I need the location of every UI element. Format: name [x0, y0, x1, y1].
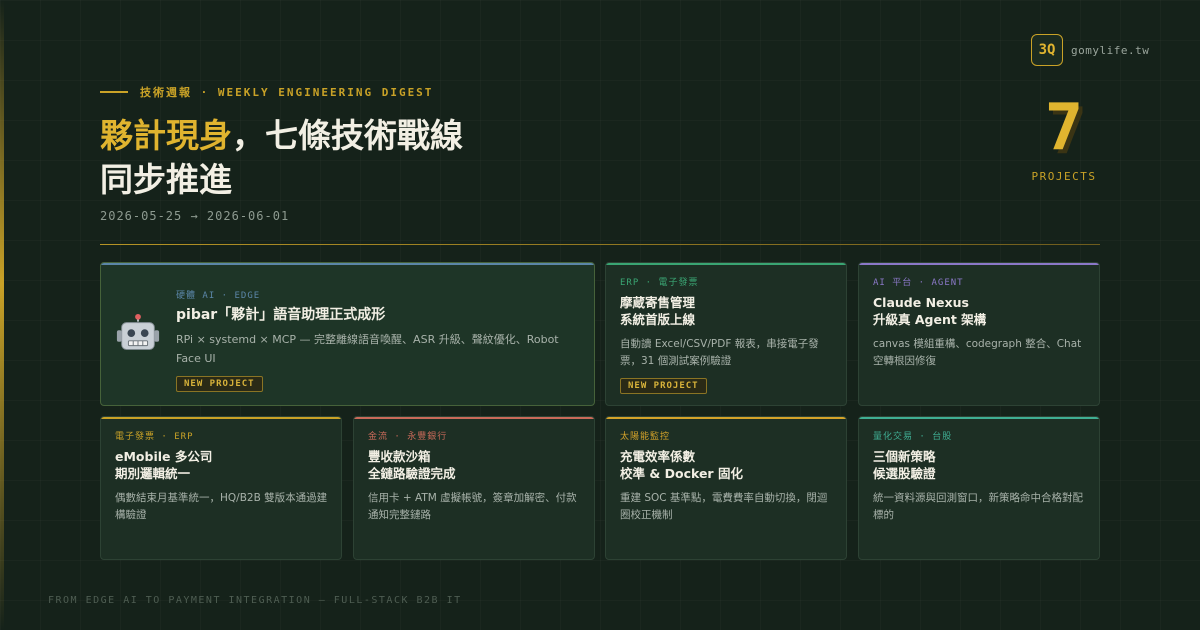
card-title: 三個新策略 候選股驗證: [873, 449, 936, 481]
card-tag: AI 平台 · AGENT: [873, 278, 964, 288]
eyebrow: 技術週報 · WEEKLY ENGINEERING DIGEST: [100, 84, 433, 100]
project-card-emobile: 電子發票 · ERP eMobile 多公司 期別邏輯統一 偶數結束月基準統一，…: [100, 416, 342, 560]
card-description: 重建 SOC 基準點，電費費率自動切換，閉迴圈校正機制: [620, 492, 828, 521]
card-description: canvas 模組重構、codegraph 整合、Chat 空轉根因修復: [873, 338, 1082, 367]
card-description: 偶數結束月基準統一，HQ/B2B 雙版本通過建構驗證: [115, 492, 328, 521]
date-range: 2026-05-25 → 2026-06-01: [100, 209, 290, 223]
robot-icon: [116, 313, 160, 350]
card-accent: [101, 417, 341, 419]
card-tag: 量化交易 · 台股: [873, 432, 953, 442]
title-line2: 同步推進: [100, 160, 232, 199]
card-title: 充電效率係數 校準 & Docker 固化: [620, 449, 743, 481]
title-highlight: 夥計現身: [100, 116, 232, 155]
project-card-solar: 太陽能監控 充電效率係數 校準 & Docker 固化 重建 SOC 基準點，電…: [605, 416, 847, 560]
eyebrow-line: [100, 91, 128, 93]
card-description: RPi × systemd × MCP — 完整離線語音喚醒、ASR 升級、聲紋…: [176, 333, 559, 365]
card-accent: [859, 417, 1099, 419]
card-description: 統一資料源與回測窗口，新策略命中合格對配標的: [873, 492, 1083, 521]
card-title: Claude Nexus 升級真 Agent 架構: [873, 295, 987, 327]
project-card-quant: 量化交易 · 台股 三個新策略 候選股驗證 統一資料源與回測窗口，新策略命中合格…: [858, 416, 1100, 560]
card-tag: 電子發票 · ERP: [115, 432, 194, 442]
card-tag: 金流 · 永豐銀行: [368, 432, 448, 442]
project-card-consignment: ERP · 電子發票 摩蔵寄售管理 系統首版上線 自動讀 Excel/CSV/P…: [605, 262, 847, 406]
card-accent: [606, 263, 846, 265]
project-count: 7: [1044, 91, 1084, 165]
project-count-label: PROJECTS: [1031, 170, 1097, 183]
brand-site: gomylife.tw: [1071, 43, 1150, 57]
project-card-pibar: 硬體 AI · EDGE pibar「夥計」語音助理正式成形 RPi × sys…: [100, 262, 595, 406]
footer-tagline: FROM EDGE AI TO PAYMENT INTEGRATION — FU…: [48, 595, 462, 606]
card-title: pibar「夥計」語音助理正式成形: [176, 307, 386, 323]
project-card-payment: 金流 · 永豐銀行 豐收款沙箱 全鏈路驗證完成 信用卡 + ATM 虛擬帳號，簽…: [353, 416, 595, 560]
card-title: 豐收款沙箱 全鏈路驗證完成: [368, 449, 456, 481]
card-accent: [606, 417, 846, 419]
project-card-claude-nexus: AI 平台 · AGENT Claude Nexus 升級真 Agent 架構 …: [858, 262, 1100, 406]
card-description: 自動讀 Excel/CSV/PDF 報表，串接電子發票，31 個測試案例驗證: [620, 338, 819, 367]
card-tag: 硬體 AI · EDGE: [176, 291, 261, 301]
brand: 3Q gomylife.tw: [1031, 34, 1149, 66]
page-title: 夥計現身，七條技術戰線 同步推進: [100, 114, 463, 202]
card-accent: [354, 417, 594, 419]
new-project-badge: NEW PROJECT: [176, 376, 263, 392]
new-project-badge: NEW PROJECT: [620, 378, 707, 394]
card-accent: [101, 263, 594, 265]
card-accent: [859, 263, 1099, 265]
card-tag: ERP · 電子發票: [620, 278, 699, 288]
card-title: eMobile 多公司 期別邏輯統一: [115, 449, 213, 481]
eyebrow-text: 技術週報 · WEEKLY ENGINEERING DIGEST: [140, 86, 434, 99]
card-tag: 太陽能監控: [620, 432, 671, 442]
title-rest-line1: ，七條技術戰線: [232, 116, 463, 155]
header-divider: [100, 244, 1100, 245]
left-accent-bar: [0, 0, 4, 630]
brand-logo: 3Q: [1031, 34, 1063, 66]
card-description: 信用卡 + ATM 虛擬帳號，簽章加解密、付款通知完整鏈路: [368, 492, 577, 521]
card-title: 摩蔵寄售管理 系統首版上線: [620, 295, 696, 327]
